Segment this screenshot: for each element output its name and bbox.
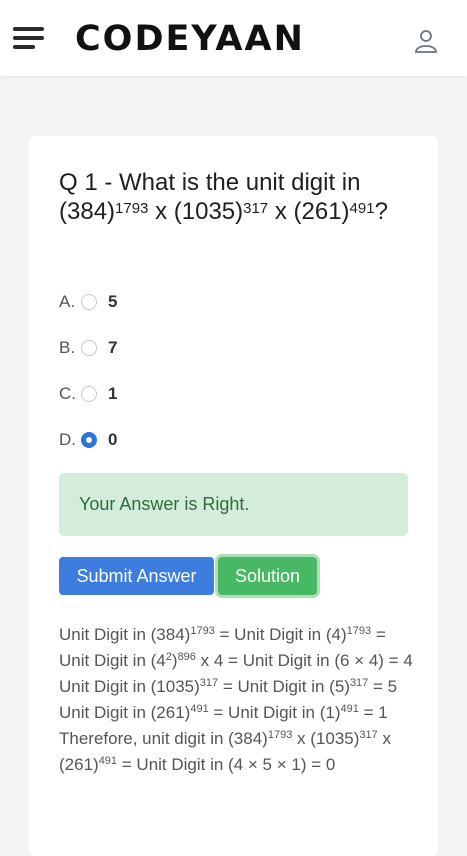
option-letter: A. [59, 292, 76, 311]
logo[interactable]: CODEYAAN [75, 17, 305, 61]
option-letter: D. [59, 430, 76, 449]
user-icon[interactable] [413, 28, 439, 54]
option-a[interactable]: A. 5 [59, 290, 117, 314]
radio-button-checked[interactable] [81, 432, 97, 448]
option-b[interactable]: B. 7 [59, 336, 117, 360]
solution-button[interactable]: Solution [218, 557, 317, 595]
radio-button[interactable] [81, 294, 97, 310]
result-alert: Your Answer is Right. [59, 473, 408, 536]
option-label: 7 [108, 338, 118, 357]
radio-button[interactable] [81, 386, 97, 402]
option-letter: C. [59, 384, 76, 403]
radio-button[interactable] [81, 340, 97, 356]
solution-text: Unit Digit in (384)1793 = Unit Digit in … [59, 625, 413, 774]
option-d[interactable]: D. 0 [59, 428, 117, 452]
option-c[interactable]: C. 1 [59, 382, 117, 406]
submit-answer-button[interactable]: Submit Answer [59, 557, 214, 595]
app-header: CODEYAAN [0, 0, 467, 76]
option-label: 1 [108, 384, 118, 403]
question-text: Q 1 - What is the unit digit in (384)179… [59, 169, 388, 225]
option-label: 0 [108, 430, 118, 449]
option-letter: B. [59, 338, 76, 357]
hamburger-menu-icon[interactable] [13, 27, 45, 51]
option-label: 5 [108, 292, 118, 311]
